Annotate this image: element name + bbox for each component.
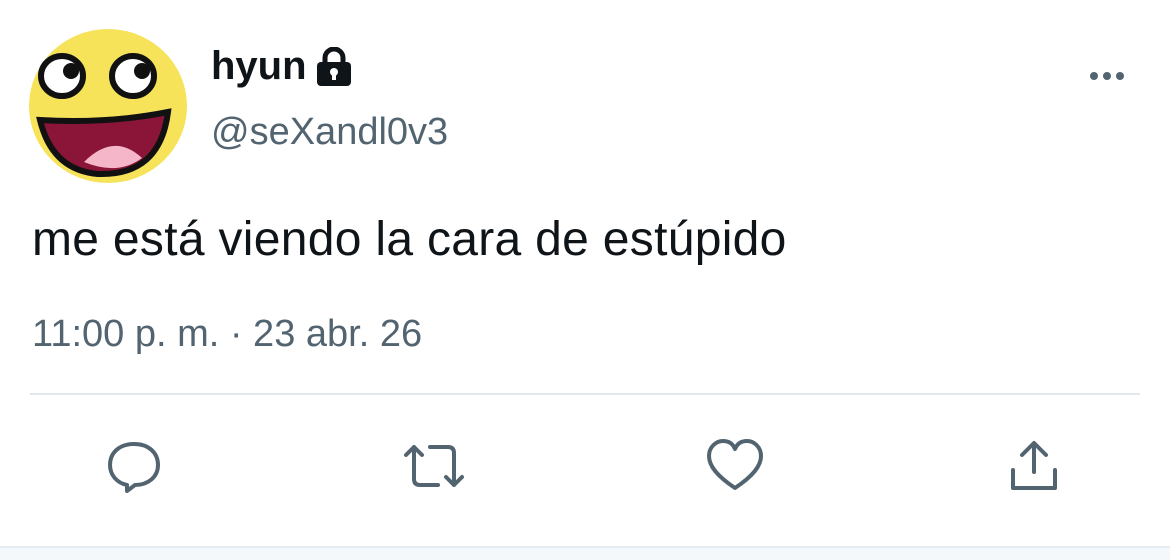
divider — [30, 393, 1140, 395]
share-button[interactable] — [1002, 434, 1066, 498]
user-handle[interactable]: @seXandl0v3 — [211, 107, 448, 157]
more-options-icon — [1090, 72, 1098, 80]
tweet-card: hyun @seXandl0v3 me está viendo la cara … — [0, 0, 1170, 560]
awesome-face-avatar-icon — [29, 29, 187, 183]
tweet-timestamp[interactable]: 11:00 p. m. · 23 abr. 26 — [32, 309, 422, 359]
lock-icon — [316, 47, 351, 86]
tweet-text: me está viendo la cara de estúpido — [32, 213, 787, 266]
avatar[interactable] — [28, 28, 188, 184]
like-button[interactable] — [703, 434, 767, 498]
more-options-icon — [1103, 72, 1111, 80]
more-options-icon — [1116, 72, 1124, 80]
display-name[interactable]: hyun — [211, 40, 307, 92]
reply-button[interactable] — [102, 434, 166, 498]
retweet-icon — [404, 445, 464, 487]
more-options-button[interactable] — [1082, 58, 1132, 94]
heart-icon — [707, 439, 763, 490]
retweet-button[interactable] — [402, 434, 466, 498]
display-name-row: hyun — [211, 40, 353, 92]
reply-icon — [108, 442, 160, 493]
share-icon — [1011, 441, 1057, 490]
